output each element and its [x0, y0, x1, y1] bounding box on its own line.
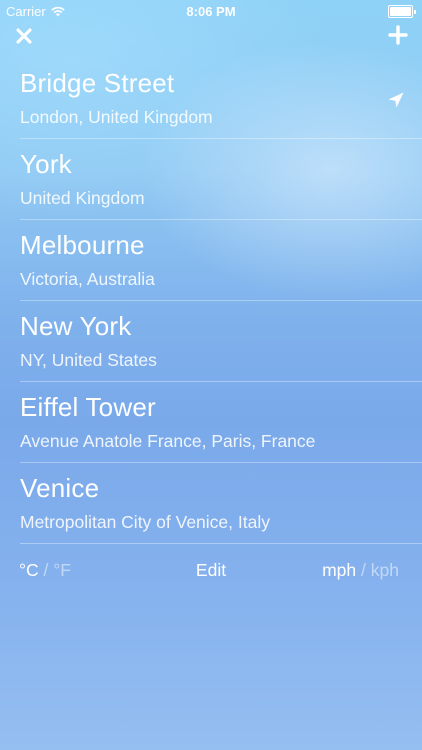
units-bar: °C / °F Edit mph / kph — [0, 558, 422, 586]
speed-unit-toggle: mph / kph — [322, 560, 399, 581]
add-location-button[interactable] — [388, 25, 408, 45]
location-item[interactable]: Eiffel Tower Avenue Anatole France, Pari… — [20, 382, 422, 463]
location-item[interactable]: Melbourne Victoria, Australia — [20, 220, 422, 301]
location-name: York — [20, 149, 72, 179]
location-subtitle: NY, United States — [20, 350, 157, 370]
location-subtitle: Victoria, Australia — [20, 269, 155, 289]
mph-option[interactable]: mph — [322, 560, 356, 580]
location-name: New York — [20, 311, 132, 341]
location-subtitle: Avenue Anatole France, Paris, France — [20, 431, 316, 451]
location-item[interactable]: York United Kingdom — [20, 139, 422, 220]
location-item[interactable]: Bridge Street London, United Kingdom — [20, 58, 422, 139]
plus-icon — [388, 25, 408, 45]
close-icon — [16, 28, 32, 44]
locations-list: Bridge Street London, United Kingdom Yor… — [0, 58, 422, 544]
close-button[interactable] — [14, 26, 34, 46]
location-item[interactable]: New York NY, United States — [20, 301, 422, 382]
location-name: Melbourne — [20, 230, 145, 260]
battery-icon — [388, 5, 416, 18]
status-time: 8:06 PM — [186, 4, 236, 19]
location-name: Venice — [20, 473, 100, 503]
location-subtitle: Metropolitan City of Venice, Italy — [20, 512, 270, 532]
location-subtitle: London, United Kingdom — [20, 107, 213, 127]
location-item[interactable]: Venice Metropolitan City of Venice, Ital… — [20, 463, 422, 544]
location-name: Eiffel Tower — [20, 392, 156, 422]
status-bar: Carrier 8:06 PM — [0, 0, 422, 22]
location-name: Bridge Street — [20, 68, 175, 98]
location-subtitle: United Kingdom — [20, 188, 145, 208]
unit-separator: / — [361, 560, 366, 580]
kph-option[interactable]: kph — [371, 560, 399, 580]
location-arrow-icon — [388, 92, 404, 108]
